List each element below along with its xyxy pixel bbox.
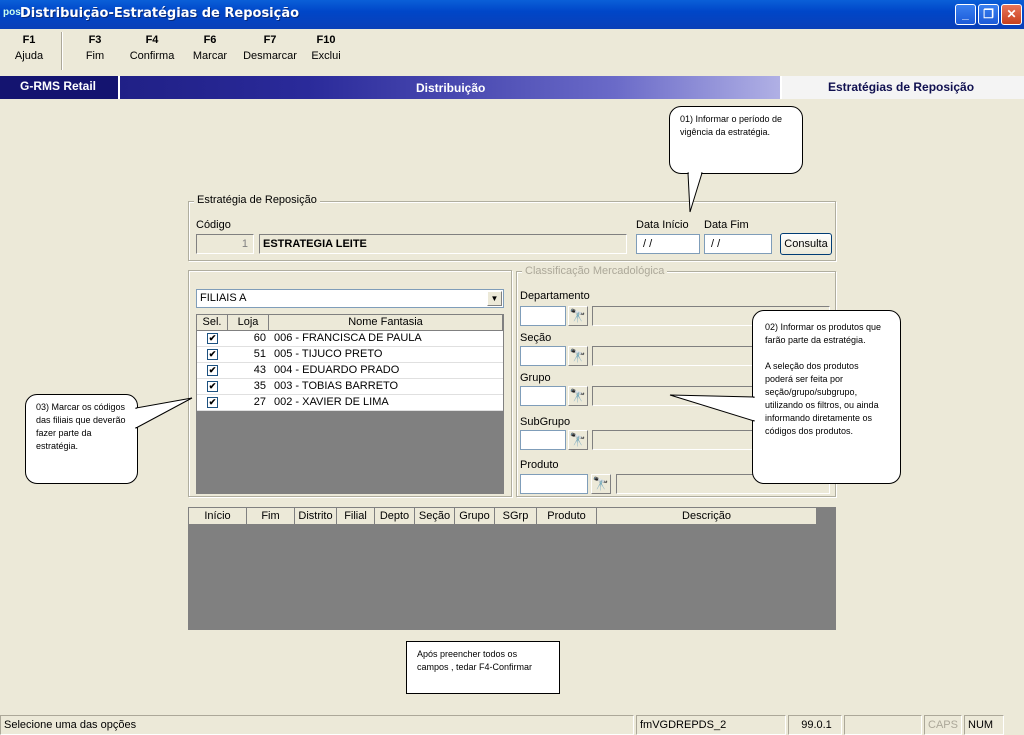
binoculars-icon[interactable]: 🔭 — [568, 346, 588, 366]
restore-button[interactable]: ❐ — [978, 4, 999, 25]
col-grupo[interactable]: Grupo — [455, 508, 495, 525]
col-fim[interactable]: Fim — [247, 508, 295, 525]
f6-mark-button[interactable]: F6 Marcar — [185, 34, 235, 62]
callout-period: 01) Informar o período de vigência da es… — [669, 106, 803, 174]
f7-unmark-button[interactable]: F7 Desmarcar — [243, 34, 297, 62]
consulta-button[interactable]: Consulta — [780, 233, 832, 255]
table-row[interactable]: ✔ 27 002 - XAVIER DE LIMA — [197, 395, 503, 411]
col-depto[interactable]: Depto — [375, 508, 415, 525]
section-label: Seção — [520, 332, 552, 344]
binoculars-icon[interactable]: 🔭 — [568, 430, 588, 450]
col-loja[interactable]: Loja — [228, 315, 269, 331]
col-produto[interactable]: Produto — [537, 508, 597, 525]
f3-end-button[interactable]: F3 Fim — [70, 34, 120, 62]
strategy-group-label: Estratégia de Reposição — [194, 194, 320, 206]
callout-branches: 03) Marcar os códigos das filiais que de… — [25, 394, 138, 484]
toolbar-separator — [61, 32, 63, 70]
product-code-field[interactable] — [520, 474, 588, 494]
col-filial[interactable]: Filial — [337, 508, 375, 525]
table-row[interactable]: ✔ 51 005 - TIJUCO PRETO — [197, 347, 503, 363]
callout-branches-pointer — [135, 397, 193, 429]
status-blank — [844, 715, 922, 735]
code-label: Código — [196, 219, 231, 231]
module-label: Distribuição — [416, 81, 486, 95]
checkbox-checked[interactable]: ✔ — [207, 333, 218, 344]
col-descricao[interactable]: Descrição — [597, 508, 817, 525]
group-label: Grupo — [520, 372, 551, 384]
title-bar: pos Distribuição-Estratégias de Reposiçã… — [0, 0, 1024, 29]
col-secao[interactable]: Seção — [415, 508, 455, 525]
f4-confirm-button[interactable]: F4 Confirma — [127, 34, 177, 62]
col-sel[interactable]: Sel. — [197, 315, 228, 331]
department-label: Departamento — [520, 290, 590, 302]
status-message: Selecione uma das opções — [0, 715, 634, 735]
end-date-label: Data Fim — [704, 219, 749, 231]
binoculars-icon[interactable]: 🔭 — [568, 386, 588, 406]
close-button[interactable]: ✕ — [1001, 4, 1022, 25]
checkbox-checked[interactable]: ✔ — [207, 397, 218, 408]
subgroup-label: SubGrupo — [520, 416, 571, 428]
screen-title: Estratégias de Reposição — [780, 76, 1024, 99]
strategy-name-field[interactable]: ESTRATEGIA LEITE — [259, 234, 627, 254]
section-code-field[interactable] — [520, 346, 566, 366]
col-nome-fantasia[interactable]: Nome Fantasia — [269, 315, 503, 331]
start-date-field[interactable]: / / — [636, 234, 700, 254]
chevron-down-icon[interactable]: ▼ — [487, 291, 502, 306]
table-row[interactable]: ✔ 35 003 - TOBIAS BARRETO — [197, 379, 503, 395]
col-distrito[interactable]: Distrito — [295, 508, 337, 525]
branch-set-value: FILIAIS A — [200, 292, 247, 304]
strategy-items-grid: Início Fim Distrito Filial Depto Seção G… — [188, 507, 836, 630]
brand-label: G-RMS Retail — [0, 76, 120, 99]
callout-products-detail: A seleção dos produtos poderá ser feita … — [765, 361, 879, 436]
col-sgrp[interactable]: SGrp — [495, 508, 537, 525]
subgroup-code-field[interactable] — [520, 430, 566, 450]
classification-group-label: Classificação Mercadológica — [522, 265, 668, 277]
checkbox-checked[interactable]: ✔ — [207, 381, 218, 392]
confirm-note: Após preencher todos os campos , tedar F… — [406, 641, 560, 694]
binoculars-icon[interactable]: 🔭 — [591, 474, 611, 494]
table-row[interactable]: ✔ 60 006 - FRANCISCA DE PAULA — [197, 331, 503, 347]
status-caps: CAPS — [924, 715, 962, 735]
window-title: Distribuição-Estratégias de Reposição — [20, 6, 300, 21]
code-field[interactable]: 1 — [196, 234, 254, 254]
callout-period-pointer — [687, 172, 703, 213]
checkbox-checked[interactable]: ✔ — [207, 349, 218, 360]
status-num: NUM — [964, 715, 1004, 735]
branches-grid: Sel. Loja Nome Fantasia ✔ 60 006 - FRANCIS… — [196, 314, 504, 494]
app-icon: pos — [3, 7, 21, 18]
col-inicio[interactable]: Início — [189, 508, 247, 525]
start-date-label: Data Início — [636, 219, 689, 231]
status-form-name: fmVGDREPDS_2 — [636, 715, 786, 735]
f1-help-button[interactable]: F1 Ajuda — [4, 34, 54, 62]
callout-products-intro: 02) Informar os produtos que farão parte… — [765, 322, 882, 345]
callout-products-pointer — [669, 394, 755, 422]
f10-delete-button[interactable]: F10 Exclui — [301, 34, 351, 62]
checkbox-checked[interactable]: ✔ — [207, 365, 218, 376]
branch-set-dropdown[interactable]: FILIAIS A ▼ — [196, 289, 504, 308]
product-label: Produto — [520, 459, 559, 471]
status-version: 99.0.1 — [788, 715, 842, 735]
end-date-field[interactable]: / / — [704, 234, 772, 254]
minimize-button[interactable]: _ — [955, 4, 976, 25]
callout-products: 02) Informar os produtos que farão parte… — [752, 310, 901, 484]
binoculars-icon[interactable]: 🔭 — [568, 306, 588, 326]
department-code-field[interactable] — [520, 306, 566, 326]
group-code-field[interactable] — [520, 386, 566, 406]
table-row[interactable]: ✔ 43 004 - EDUARDO PRADO — [197, 363, 503, 379]
